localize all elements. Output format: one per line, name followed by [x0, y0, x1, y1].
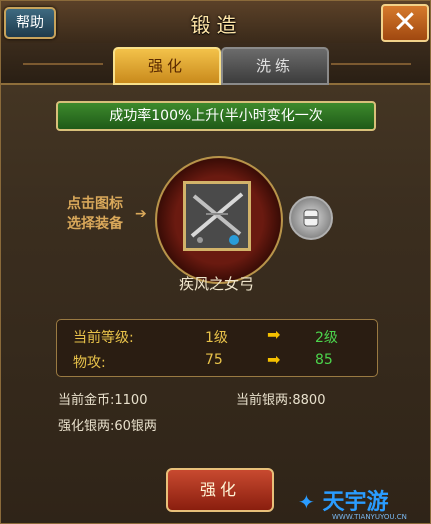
arrow-right-icon: ➡ [267, 350, 281, 369]
stat-label-attack: 物攻: [73, 355, 106, 371]
stats-panel: 当前等级: 1级 ➡ 2级 物攻: 75 ➡ 85 [56, 319, 378, 377]
gold-value: 1100 [114, 393, 148, 408]
close-button[interactable]: ✕ [381, 4, 429, 42]
arrow-right-icon: ➡ [267, 325, 281, 344]
tab-refine[interactable]: 洗练 [221, 47, 329, 85]
ornament-left [23, 63, 103, 65]
silver-label: 当前银两: [236, 393, 293, 408]
crossed-swords-weapon-icon [186, 184, 248, 248]
tab-enhance[interactable]: 强化 [113, 47, 221, 85]
stat-next-level: 2级 [315, 330, 338, 346]
success-rate-banner: 成功率100%上升(半小时变化一次 [56, 101, 376, 131]
gold-label: 当前金币: [58, 393, 115, 408]
equipment-slot[interactable] [183, 181, 251, 251]
cost-label: 强化银两: [58, 419, 115, 434]
ornament-right [331, 63, 411, 65]
tab-row: 强化 洗练 [1, 43, 430, 85]
title-bar: 帮助 锻造 ✕ [1, 1, 430, 45]
arrow-right-icon: ➔ [135, 206, 147, 222]
stat-current-attack: 75 [205, 352, 223, 368]
game-controller-icon: ✦ [298, 490, 315, 514]
enhance-button[interactable]: 强化 [166, 468, 274, 512]
equipment-preview-slot[interactable] [289, 196, 333, 240]
watermark-text: 天宇游 [322, 490, 389, 515]
helmet-icon [303, 209, 319, 227]
dialog-title: 锻造 [190, 13, 243, 37]
cost-value: 60银两 [114, 419, 157, 434]
equipment-name: 疾风之女弓 [178, 275, 254, 293]
stat-label-level: 当前等级: [73, 330, 134, 346]
gold-readout: 当前金币:1100 [58, 389, 147, 408]
enhance-cost-readout: 强化银两:60银两 [58, 415, 157, 434]
silver-readout: 当前银两:8800 [236, 389, 325, 408]
silver-value: 8800 [292, 393, 326, 408]
close-icon: ✕ [392, 5, 418, 40]
stat-next-attack: 85 [315, 352, 333, 368]
watermark-url: WWW.TIANYUYOU.CN [332, 513, 407, 521]
forge-dialog: 帮助 锻造 ✕ 强化 洗练 成功率100%上升(半小时变化一次 点击图标 选择装… [0, 0, 431, 524]
stat-current-level: 1级 [205, 330, 228, 346]
